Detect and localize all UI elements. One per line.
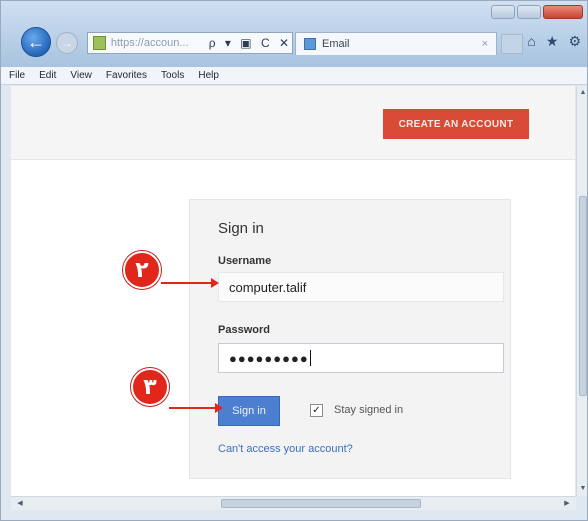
- menu-help[interactable]: Help: [198, 70, 219, 81]
- address-tools[interactable]: ρ ▾ ▣ C ✕: [209, 36, 292, 50]
- password-field[interactable]: ●●●●●●●●●: [218, 343, 504, 373]
- scroll-up-icon[interactable]: ▲: [578, 88, 587, 98]
- signin-card: Sign in Username computer.talif Password…: [189, 199, 511, 479]
- horizontal-scroll-thumb[interactable]: [221, 499, 421, 508]
- address-bar[interactable]: https://accoun... ρ ▾ ▣ C ✕: [87, 32, 293, 54]
- minimize-button[interactable]: [491, 5, 515, 19]
- site-favicon-icon: [93, 36, 106, 50]
- tab-favicon-icon: [304, 38, 316, 50]
- create-account-button[interactable]: CREATE AN ACCOUNT: [383, 109, 529, 139]
- title-bar: ← → https://accoun... ρ ▾ ▣ C ✕ Email × …: [1, 1, 587, 67]
- step-3-marker: ۳: [131, 368, 169, 406]
- password-label: Password: [218, 324, 270, 336]
- forward-arrow-icon: →: [61, 36, 73, 50]
- menu-edit[interactable]: Edit: [39, 70, 56, 81]
- window-controls: [491, 5, 583, 19]
- gear-icon[interactable]: ⚙: [568, 33, 581, 50]
- vertical-scroll-thumb[interactable]: [579, 196, 587, 396]
- menu-favorites[interactable]: Favorites: [106, 70, 147, 81]
- horizontal-scrollbar[interactable]: ◀ ▶: [11, 496, 576, 510]
- new-tab-button[interactable]: [501, 34, 523, 54]
- star-icon[interactable]: ★: [546, 33, 559, 50]
- vertical-scrollbar[interactable]: ▲ ▼: [576, 86, 587, 496]
- address-text[interactable]: https://accoun...: [111, 37, 205, 49]
- step-3-arrow: [169, 403, 223, 413]
- tab-label: Email: [322, 38, 350, 50]
- page-viewport: CREATE AN ACCOUNT Sign in Username compu…: [11, 86, 575, 496]
- username-label: Username: [218, 255, 272, 267]
- menu-view[interactable]: View: [70, 70, 92, 81]
- step-2-arrow: [161, 278, 219, 288]
- forward-button[interactable]: →: [56, 32, 78, 54]
- tab-close-icon[interactable]: ×: [482, 38, 488, 50]
- stay-signed-in-checkbox[interactable]: ✓: [310, 404, 323, 417]
- home-icon[interactable]: ⌂: [527, 33, 535, 50]
- back-button[interactable]: ←: [21, 27, 51, 57]
- signin-title: Sign in: [218, 220, 264, 237]
- signin-button[interactable]: Sign in: [218, 396, 280, 426]
- cant-access-link[interactable]: Can't access your account?: [218, 443, 353, 455]
- password-value: ●●●●●●●●●: [229, 350, 309, 366]
- maximize-button[interactable]: [517, 5, 541, 19]
- menu-file[interactable]: File: [9, 70, 25, 81]
- text-caret: [309, 350, 311, 366]
- menu-tools[interactable]: Tools: [161, 70, 184, 81]
- tab-email[interactable]: Email ×: [295, 32, 497, 55]
- browser-toolbar: ⌂ ★ ⚙: [527, 33, 581, 50]
- scroll-right-icon[interactable]: ▶: [562, 499, 572, 509]
- menu-bar: File Edit View Favorites Tools Help: [1, 67, 587, 85]
- stay-signed-in-label: Stay signed in: [334, 404, 404, 416]
- back-arrow-icon: ←: [27, 31, 45, 52]
- browser-window: ← → https://accoun... ρ ▾ ▣ C ✕ Email × …: [0, 0, 588, 521]
- scroll-down-icon[interactable]: ▼: [578, 484, 587, 494]
- scroll-left-icon[interactable]: ◀: [15, 499, 25, 509]
- step-2-marker: ۲: [123, 251, 161, 289]
- username-value: computer.talif: [229, 279, 307, 295]
- page-header: CREATE AN ACCOUNT: [11, 86, 575, 160]
- username-field[interactable]: computer.talif: [218, 272, 504, 302]
- close-window-button[interactable]: [543, 5, 583, 19]
